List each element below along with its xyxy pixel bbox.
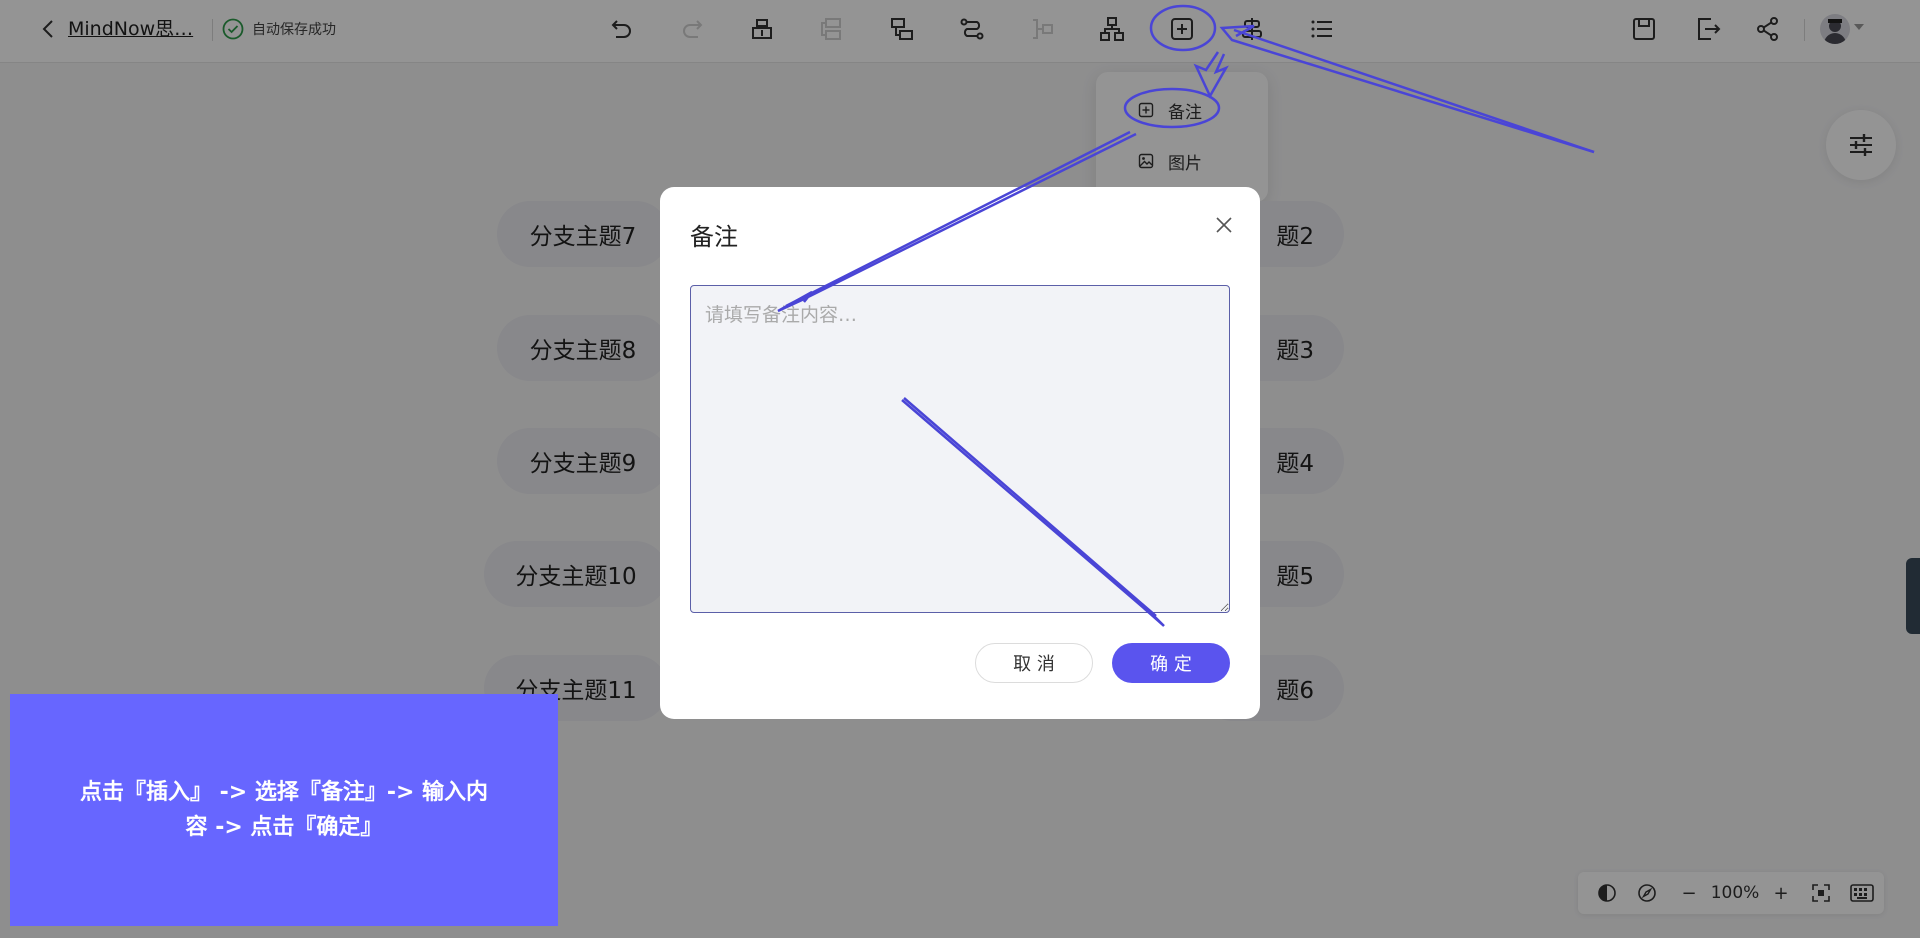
- dialog-title: 备注: [690, 223, 738, 251]
- confirm-button[interactable]: 确 定: [1112, 643, 1230, 683]
- note-dialog: 备注 取 消 确 定: [660, 187, 1260, 719]
- note-textarea[interactable]: [690, 285, 1230, 613]
- instruction-callout: 点击『插入』 -> 选择『备注』-> 输入内容 -> 点击『确定』: [10, 694, 558, 926]
- close-icon[interactable]: [1210, 211, 1238, 239]
- instruction-text: 点击『插入』 -> 选择『备注』-> 输入内容 -> 点击『确定』: [79, 780, 489, 840]
- cancel-button[interactable]: 取 消: [975, 643, 1093, 683]
